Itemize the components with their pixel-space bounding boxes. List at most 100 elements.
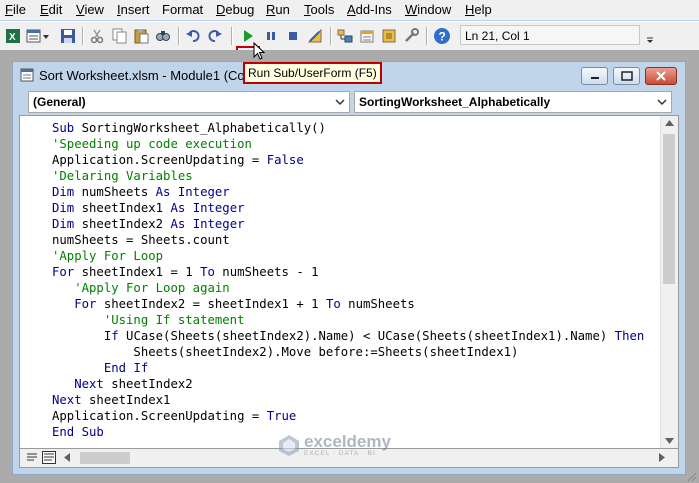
resize-grip-icon[interactable] [685, 470, 697, 482]
module-icon [20, 68, 34, 82]
code-line: 'Apply For Loop [52, 249, 164, 263]
menu-label: indow [417, 2, 452, 17]
maximize-button[interactable] [613, 67, 640, 85]
scroll-up-icon[interactable] [665, 120, 674, 126]
menu-accelerator: H [465, 2, 475, 17]
code-line: For sheetIndex2 = sheetIndex1 + 1 To num… [74, 297, 415, 311]
undo-icon[interactable] [183, 26, 203, 46]
menu-label: dd-Ins [355, 2, 392, 17]
find-icon[interactable] [153, 26, 173, 46]
insert-module-icon[interactable] [25, 26, 51, 46]
full-module-view-icon[interactable] [42, 451, 56, 464]
chevron-down-icon [335, 99, 345, 106]
menu-label: ools [310, 2, 335, 17]
code-line: Application.ScreenUpdating = False [52, 153, 304, 167]
menu-tools[interactable]: Tools [304, 2, 334, 17]
code-line: For sheetIndex1 = 1 To numSheets - 1 [52, 265, 319, 279]
menu-accelerator: D [216, 2, 226, 17]
chevron-down-icon [657, 99, 667, 106]
menu-label: ile [12, 2, 26, 17]
menu-view[interactable]: View [76, 2, 104, 17]
menu-accelerator: R [266, 2, 276, 17]
code-line: Sheets(sheetIndex2).Move before:=Sheets(… [52, 345, 519, 359]
object-dropdown[interactable]: (General) [28, 91, 350, 113]
cursor-position-readout: Ln 21, Col 1 [460, 25, 640, 45]
menu-label: nsert [120, 2, 150, 17]
redo-icon[interactable] [205, 26, 225, 46]
toolbar-options-icon[interactable] [647, 30, 653, 44]
menu-insert[interactable]: Insert [117, 2, 150, 17]
vertical-scroll-thumb[interactable] [663, 134, 675, 284]
code-line: 'Using If statement [52, 313, 245, 327]
reset-icon[interactable] [283, 26, 303, 46]
code-line: Next sheetIndex1 [52, 393, 171, 407]
exceldemy-logo-icon [279, 435, 299, 456]
code-text[interactable]: Sub SortingWorksheet_Alphabetically() 'Sp… [52, 120, 644, 440]
object-browser-icon[interactable] [379, 26, 399, 46]
code-line: numSheets = Sheets.count [52, 233, 230, 247]
vertical-scrollbar[interactable] [660, 116, 678, 448]
menu-window[interactable]: Window [405, 2, 451, 17]
toolbox-icon[interactable] [401, 26, 421, 46]
watermark-name: exceldemy [304, 432, 391, 451]
svg-text:?: ? [439, 30, 446, 44]
mouse-cursor-icon [253, 42, 265, 60]
copy-icon[interactable] [109, 26, 129, 46]
menu-edit[interactable]: Edit [40, 2, 62, 17]
code-line: 'Apply For Loop again [52, 281, 230, 295]
menu-accelerator: E [40, 2, 49, 17]
menu-label: elp [474, 2, 492, 17]
code-line: Sub SortingWorksheet_Alphabetically() [52, 121, 326, 135]
cut-icon[interactable] [87, 26, 107, 46]
mdi-workspace: Sort Worksheet.xlsm - Module1 (Code) (Ge… [0, 50, 699, 483]
help-icon[interactable]: ? [432, 26, 452, 46]
horizontal-scroll-thumb[interactable] [80, 452, 130, 464]
menu-accelerator: A [347, 2, 356, 17]
menu-label: ebug [225, 2, 255, 17]
code-editor[interactable]: Sub SortingWorksheet_Alphabetically() 'Sp… [19, 115, 679, 449]
menu-label: dit [48, 2, 63, 17]
save-icon[interactable] [58, 26, 78, 46]
excel-icon[interactable]: X [3, 26, 23, 46]
menu-debug[interactable]: Debug [216, 2, 254, 17]
run-tooltip: Run Sub/UserForm (F5) [243, 62, 382, 84]
procedure-dropdown[interactable]: SortingWorksheet_Alphabetically [354, 91, 672, 113]
design-mode-icon[interactable] [305, 26, 325, 46]
paste-icon[interactable] [131, 26, 151, 46]
menu-help[interactable]: Help [465, 2, 492, 17]
svg-text:X: X [9, 32, 16, 43]
code-line: Dim sheetIndex2 As Integer [52, 217, 245, 231]
menu-file[interactable]: File [5, 2, 26, 17]
menu-accelerator: W [405, 2, 418, 17]
close-button[interactable] [645, 67, 677, 85]
code-line: End If [103, 361, 149, 375]
code-line: Dim numSheets As Integer [52, 185, 230, 199]
menu-accelerator: F [5, 2, 13, 17]
procedure-dropdown-value: SortingWorksheet_Alphabetically [359, 95, 551, 109]
procedure-view-icon[interactable] [26, 451, 38, 464]
properties-icon[interactable] [357, 26, 377, 46]
menu-add-ins[interactable]: Add-Ins [347, 2, 392, 17]
code-line: 'Speeding up code execution [52, 137, 252, 151]
code-line: If UCase(Sheets(sheetIndex2).Name) < UCa… [103, 329, 645, 343]
code-line: Next sheetIndex2 [74, 377, 193, 391]
scroll-down-icon[interactable] [665, 438, 674, 444]
code-window: Sort Worksheet.xlsm - Module1 (Code) (Ge… [12, 61, 686, 475]
menu-format[interactable]: Format [162, 2, 203, 17]
menu-run[interactable]: Run [266, 2, 290, 17]
code-line: 'Delaring Variables [52, 169, 193, 183]
menu-label: un [275, 2, 290, 17]
menu-bar: File Edit View Insert Format Debug Run Tools Add… [0, 0, 699, 20]
project-explorer-icon[interactable] [335, 26, 355, 46]
menu-label: Format [162, 2, 204, 17]
object-dropdown-value: (General) [33, 95, 86, 109]
menu-label: iew [84, 2, 104, 17]
code-line: Dim sheetIndex1 As Integer [52, 201, 245, 215]
code-line: Application.ScreenUpdating = True [52, 409, 297, 423]
scroll-left-icon[interactable] [64, 453, 70, 462]
watermark-tagline: EXCEL · DATA · BI [304, 450, 376, 457]
exceldemy-watermark: exceldemy EXCEL · DATA · BI [278, 433, 391, 457]
minimize-button[interactable] [581, 67, 608, 85]
scroll-right-icon[interactable] [659, 453, 665, 462]
code-window-title: Sort Worksheet.xlsm - Module1 (Code) [39, 68, 264, 83]
